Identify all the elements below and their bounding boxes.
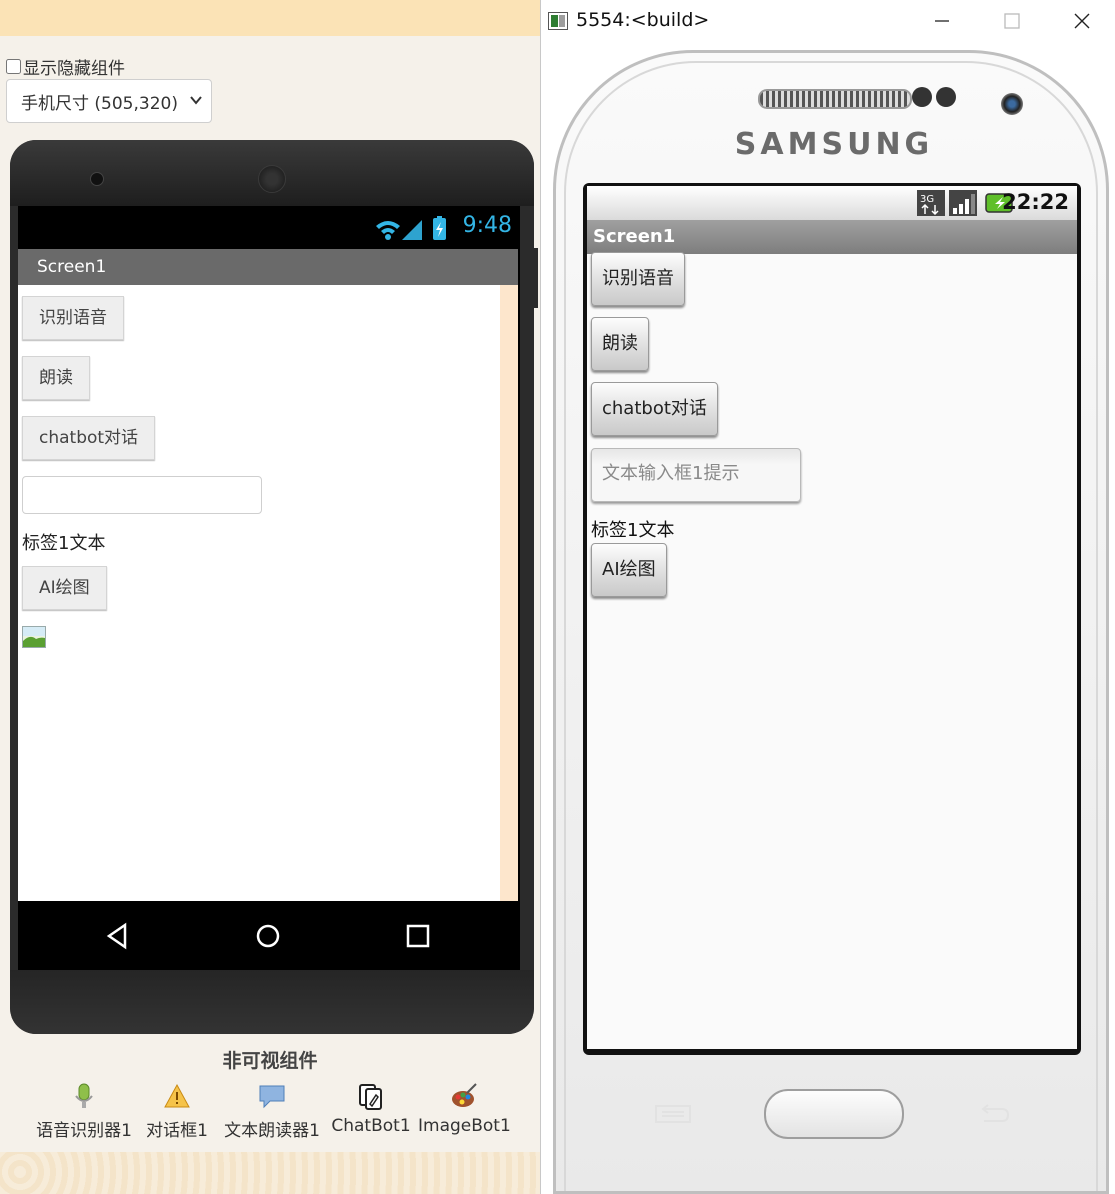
speech-bubble-icon — [259, 1085, 285, 1109]
close-icon[interactable] — [1067, 6, 1097, 36]
emulator-screen: 3G 22:22 Screen1 识别语音 朗读 chatbot对话 文本输入框… — [583, 183, 1081, 1055]
notifier-label: 对话框1 — [146, 1121, 208, 1141]
emu-recognize-speech-button[interactable]: 识别语音 — [591, 252, 685, 306]
phone-side-button — [534, 248, 538, 308]
back-softkey-icon[interactable] — [974, 1103, 1012, 1125]
emulator-titlebar[interactable]: 5554:<build> — [541, 0, 1115, 40]
emulator-status-time: 22:22 — [1002, 190, 1069, 214]
emulator-window: 5554:<build> SAMSUNG 3G 22:22 Screen1 识别… — [540, 0, 1115, 1194]
emu-ai-drawing-button[interactable]: AI绘图 — [591, 543, 667, 597]
phone-brand: SAMSUNG — [734, 127, 934, 162]
emulator-phone-frame: SAMSUNG 3G 22:22 Screen1 识别语音 朗读 chatbot… — [553, 50, 1109, 1194]
emulator-app-icon — [548, 12, 568, 30]
designer-pane: 显示隐藏组件 手机尺寸 (505,320) 9:48 Screen1 识别语音 … — [0, 0, 540, 1194]
ai-drawing-button[interactable]: AI绘图 — [22, 566, 107, 610]
menu-softkey-icon[interactable] — [654, 1103, 692, 1125]
camera-icon — [90, 172, 104, 186]
designer-phone-frame: 9:48 Screen1 识别语音 朗读 chatbot对话 标签1文本 AI绘… — [10, 140, 538, 1034]
nonvisible-imagebot[interactable]: ImageBot1 — [418, 1082, 511, 1136]
emulator-app-body: 识别语音 朗读 chatbot对话 文本输入框1提示 标签1文本 AI绘图 — [587, 252, 1077, 1049]
recents-icon — [406, 924, 430, 948]
recognize-speech-button[interactable]: 识别语音 — [22, 296, 124, 340]
read-aloud-button[interactable]: 朗读 — [22, 356, 90, 400]
svg-text:3G: 3G — [920, 194, 934, 205]
phone-size-select[interactable]: 手机尺寸 (505,320) — [6, 79, 212, 123]
status-time: 9:48 — [462, 213, 512, 238]
nonvisible-chatbot[interactable]: ChatBot1 — [330, 1082, 412, 1136]
front-camera-icon — [1001, 93, 1023, 115]
emu-text-input-hint: 文本输入框1提示 — [602, 463, 740, 484]
show-hidden-components-toggle[interactable]: 显示隐藏组件 — [6, 54, 125, 79]
nonvisible-text-to-speech[interactable]: 文本朗读器1 — [220, 1082, 324, 1141]
earpiece-grille — [758, 89, 912, 109]
emulator-status-bar: 3G 22:22 — [587, 186, 1077, 220]
designer-screen: 9:48 Screen1 识别语音 朗读 chatbot对话 标签1文本 AI绘… — [18, 206, 520, 970]
3g-signal-battery-icons: 3G — [917, 190, 977, 216]
home-icon — [256, 924, 280, 948]
android-nav-bar — [18, 901, 520, 970]
chatbot-dialog-button[interactable]: chatbot对话 — [22, 416, 156, 460]
emulator-screen-title: Screen1 — [587, 220, 1077, 254]
nonvisible-notifier[interactable]: 对话框1 — [142, 1082, 212, 1141]
warning-icon — [164, 1083, 190, 1108]
proximity-sensor-icon — [912, 87, 932, 107]
show-hidden-checkbox[interactable] — [6, 59, 21, 74]
designer-top-band — [0, 0, 540, 36]
microphone-icon — [75, 1083, 93, 1108]
back-icon — [106, 922, 127, 950]
maximize-icon[interactable] — [997, 6, 1027, 36]
emu-label1: 标签1文本 — [591, 520, 675, 541]
imagebot-label: ImageBot1 — [418, 1116, 511, 1136]
nonvisible-speech-recognizer[interactable]: 语音识别器1 — [32, 1082, 136, 1141]
paint-palette-icon — [452, 1083, 477, 1107]
phone-size-value: 手机尺寸 (505,320) — [21, 93, 178, 114]
emu-chatbot-dialog-button[interactable]: chatbot对话 — [591, 382, 718, 436]
chatbot-label: ChatBot1 — [331, 1116, 411, 1136]
speaker-icon — [258, 165, 286, 193]
designer-bottom-band — [0, 1152, 540, 1194]
light-sensor-icon — [936, 87, 956, 107]
hardware-home-button[interactable] — [764, 1089, 904, 1139]
text-to-speech-label: 文本朗读器1 — [224, 1121, 320, 1141]
phone-chin — [10, 970, 534, 1034]
phone-top-bezel — [10, 140, 534, 206]
emu-text-input-box[interactable]: 文本输入框1提示 — [591, 448, 801, 502]
nonvisible-components-title: 非可视组件 — [222, 1050, 318, 1072]
show-hidden-label: 显示隐藏组件 — [23, 59, 125, 79]
speech-recognizer-label: 语音识别器1 — [36, 1121, 132, 1141]
designer-viewer[interactable]: 识别语音 朗读 chatbot对话 标签1文本 AI绘图 — [18, 285, 500, 901]
viewer-scroll-strip — [500, 285, 518, 901]
emulator-window-title: 5554:<build> — [576, 9, 710, 31]
designer-screen-title: Screen1 — [18, 249, 518, 285]
wifi-signal-battery-icons — [376, 216, 446, 240]
label1[interactable]: 标签1文本 — [22, 529, 105, 555]
chatbot-icon — [359, 1084, 382, 1110]
emu-read-aloud-button[interactable]: 朗读 — [591, 317, 649, 371]
chevron-down-icon — [190, 96, 202, 105]
image-placeholder-icon[interactable] — [22, 626, 46, 648]
text-input-box[interactable] — [22, 476, 262, 514]
designer-status-bar: 9:48 — [18, 206, 520, 249]
minimize-icon[interactable] — [927, 6, 957, 36]
